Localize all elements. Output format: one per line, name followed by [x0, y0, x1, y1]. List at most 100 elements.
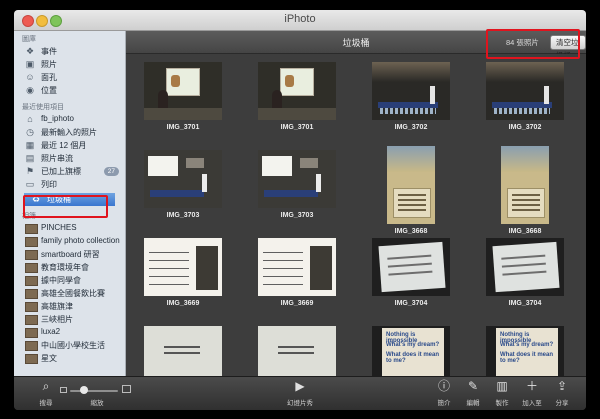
photo-detail	[544, 86, 549, 104]
photo-image	[486, 238, 564, 296]
album-thumbnail-icon	[25, 354, 38, 364]
slideshow-button[interactable]: ▶ 幻燈片秀	[282, 377, 318, 407]
album-item[interactable]: 星文	[18, 352, 122, 365]
zoom-label-holder: 縮放	[79, 377, 115, 407]
photo-thumbnail[interactable]	[144, 326, 234, 376]
photo-thumbnail[interactable]: IMG_3701	[144, 62, 234, 142]
photo-caption: IMG_3704	[394, 300, 428, 307]
photo-detail	[430, 86, 435, 104]
photo-detail	[264, 190, 318, 197]
photo-detail	[149, 248, 189, 288]
photo-thumbnail[interactable]: IMG_3704	[372, 238, 462, 318]
share-button[interactable]: ⇪ 分享	[544, 377, 580, 407]
photo-image	[144, 238, 222, 296]
sidebar-item-events[interactable]: ❖ 事件	[18, 45, 122, 58]
album-item[interactable]: smartboard 研習	[18, 248, 122, 261]
album-thumbnail-icon	[25, 315, 38, 325]
photo-thumbnail[interactable]	[258, 326, 348, 376]
photo-thumbnail[interactable]: IMG_3668	[372, 146, 462, 235]
import-icon: ◷	[26, 127, 34, 137]
photo-detail	[150, 190, 204, 197]
photo-caption: IMG_3702	[394, 124, 428, 131]
album-item[interactable]: PINCHES	[18, 222, 122, 235]
album-thumbnail-icon	[25, 263, 38, 273]
photo-detail	[202, 174, 207, 192]
photo-detail	[486, 62, 564, 82]
photo-detail	[507, 188, 545, 218]
album-item[interactable]: 高雄全國餐飲比賽	[18, 287, 122, 300]
search-button[interactable]: ⌕ 搜尋	[28, 377, 64, 407]
flagged-count-badge: 27	[103, 167, 119, 176]
sidebar-item-places[interactable]: ◉ 位置	[18, 84, 122, 97]
album-thumbnail-icon	[25, 237, 38, 247]
photo-grid: IMG_3701 IMG_3701 IMG_3702 IMG_3702 IMG_3703…	[126, 54, 586, 376]
photo-caption: IMG_3668	[394, 228, 428, 235]
photo-image	[258, 150, 336, 208]
photo-caption: IMG_3669	[280, 300, 314, 307]
photo-detail	[166, 68, 200, 96]
photo-caption: IMG_3703	[280, 212, 314, 219]
photo-thumbnail[interactable]: Nothing is impossible What's my dream? Wha…	[372, 326, 462, 376]
photo-detail	[164, 346, 200, 348]
photo-image	[387, 146, 435, 224]
sidebar-item-photostream[interactable]: ▤ 照片串流	[18, 152, 122, 165]
album-item[interactable]: 三峽相片	[18, 313, 122, 326]
photo-detail	[380, 108, 436, 114]
album-item[interactable]: 據中同學會	[18, 274, 122, 287]
sidebar-item-photos[interactable]: ▣ 照片	[18, 58, 122, 71]
highlight-trash-annotation	[23, 195, 108, 218]
recent-header: 最近使用項目	[22, 104, 64, 111]
play-icon: ▶	[295, 379, 305, 393]
photo-detail: Nothing is impossible What's my dream? Wha…	[496, 328, 558, 376]
album-thumbnail-icon	[25, 302, 38, 312]
album-item[interactable]: 高雄旗津	[18, 300, 122, 313]
photo-thumbnail[interactable]: Nothing is impossible What's my dream? Wha…	[486, 326, 576, 376]
album-thumbnail-icon	[25, 341, 38, 351]
sidebar-item-last-import[interactable]: ◷ 最新輸入的照片	[18, 126, 122, 139]
photo-thumbnail[interactable]: IMG_3669	[144, 238, 234, 318]
album-item[interactable]: luxa2	[18, 326, 122, 339]
album-thumbnail-icon	[25, 289, 38, 299]
photo-detail	[148, 156, 178, 176]
album-item[interactable]: 中山國小學校生活	[18, 339, 122, 352]
photo-image	[372, 62, 450, 120]
sidebar-item-print[interactable]: ▭ 列印	[18, 178, 122, 191]
photostream-icon: ▤	[25, 153, 35, 163]
photo-caption: IMG_3701	[280, 124, 314, 131]
photo-thumbnail[interactable]: IMG_3668	[486, 146, 576, 235]
photo-image	[258, 62, 336, 120]
photo-text: What does it mean to me?	[500, 352, 554, 364]
print-icon: ▭	[25, 179, 35, 189]
photo-image	[144, 62, 222, 120]
flag-icon: ⚑	[25, 166, 35, 176]
large-photo-icon	[122, 385, 131, 393]
sidebar-item-faces[interactable]: ☺ 面孔	[18, 71, 122, 84]
sidebar-item-last-12-months[interactable]: ▦ 最近 12 個月	[18, 139, 122, 152]
photo-thumbnail[interactable]: IMG_3669	[258, 238, 348, 318]
photo-thumbnail[interactable]: IMG_3701	[258, 62, 348, 142]
album-thumbnail-icon	[25, 328, 38, 338]
album-thumbnail-icon	[25, 250, 38, 260]
title-bar: iPhoto	[14, 10, 586, 31]
photo-detail	[300, 158, 318, 168]
photo-image	[258, 326, 336, 376]
photo-detail	[492, 241, 560, 293]
album-item[interactable]: family photo collection	[18, 235, 122, 248]
photo-image: Nothing is impossible What's my dream? Wha…	[372, 326, 450, 376]
photo-image	[144, 150, 222, 208]
sidebar-item-fb-iphoto[interactable]: ⌂ fb_iphoto	[18, 113, 122, 126]
photo-thumbnail[interactable]: IMG_3703	[144, 150, 234, 230]
photo-thumbnail[interactable]: IMG_3704	[486, 238, 576, 318]
album-item[interactable]: 教育環境年會	[18, 261, 122, 274]
photo-thumbnail[interactable]: IMG_3702	[486, 62, 576, 142]
bottom-toolbar: ⌕ 搜尋 縮放 ▶ 幻燈片秀 ⓘ 簡介 ✎ 編輯 ▥ 製作 ＋ 加入至 ⇪ 分享	[14, 376, 586, 410]
zoom-label: 縮放	[90, 400, 104, 407]
photo-detail: Nothing is impossible What's my dream? Wha…	[382, 328, 444, 376]
screenshot-frame: iPhoto 圖庫 ❖ 事件 ▣ 照片 ☺ 面孔 ◉ 位置 最近使用項目 ⌂ f…	[0, 0, 600, 419]
sidebar-item-flagged[interactable]: ⚑ 已加上旗標 27	[18, 165, 122, 178]
photo-thumbnail[interactable]: IMG_3702	[372, 62, 462, 142]
photo-detail	[310, 246, 332, 290]
photo-caption: IMG_3669	[166, 300, 200, 307]
library-header: 圖庫	[22, 36, 36, 43]
photo-thumbnail[interactable]: IMG_3703	[258, 150, 348, 230]
